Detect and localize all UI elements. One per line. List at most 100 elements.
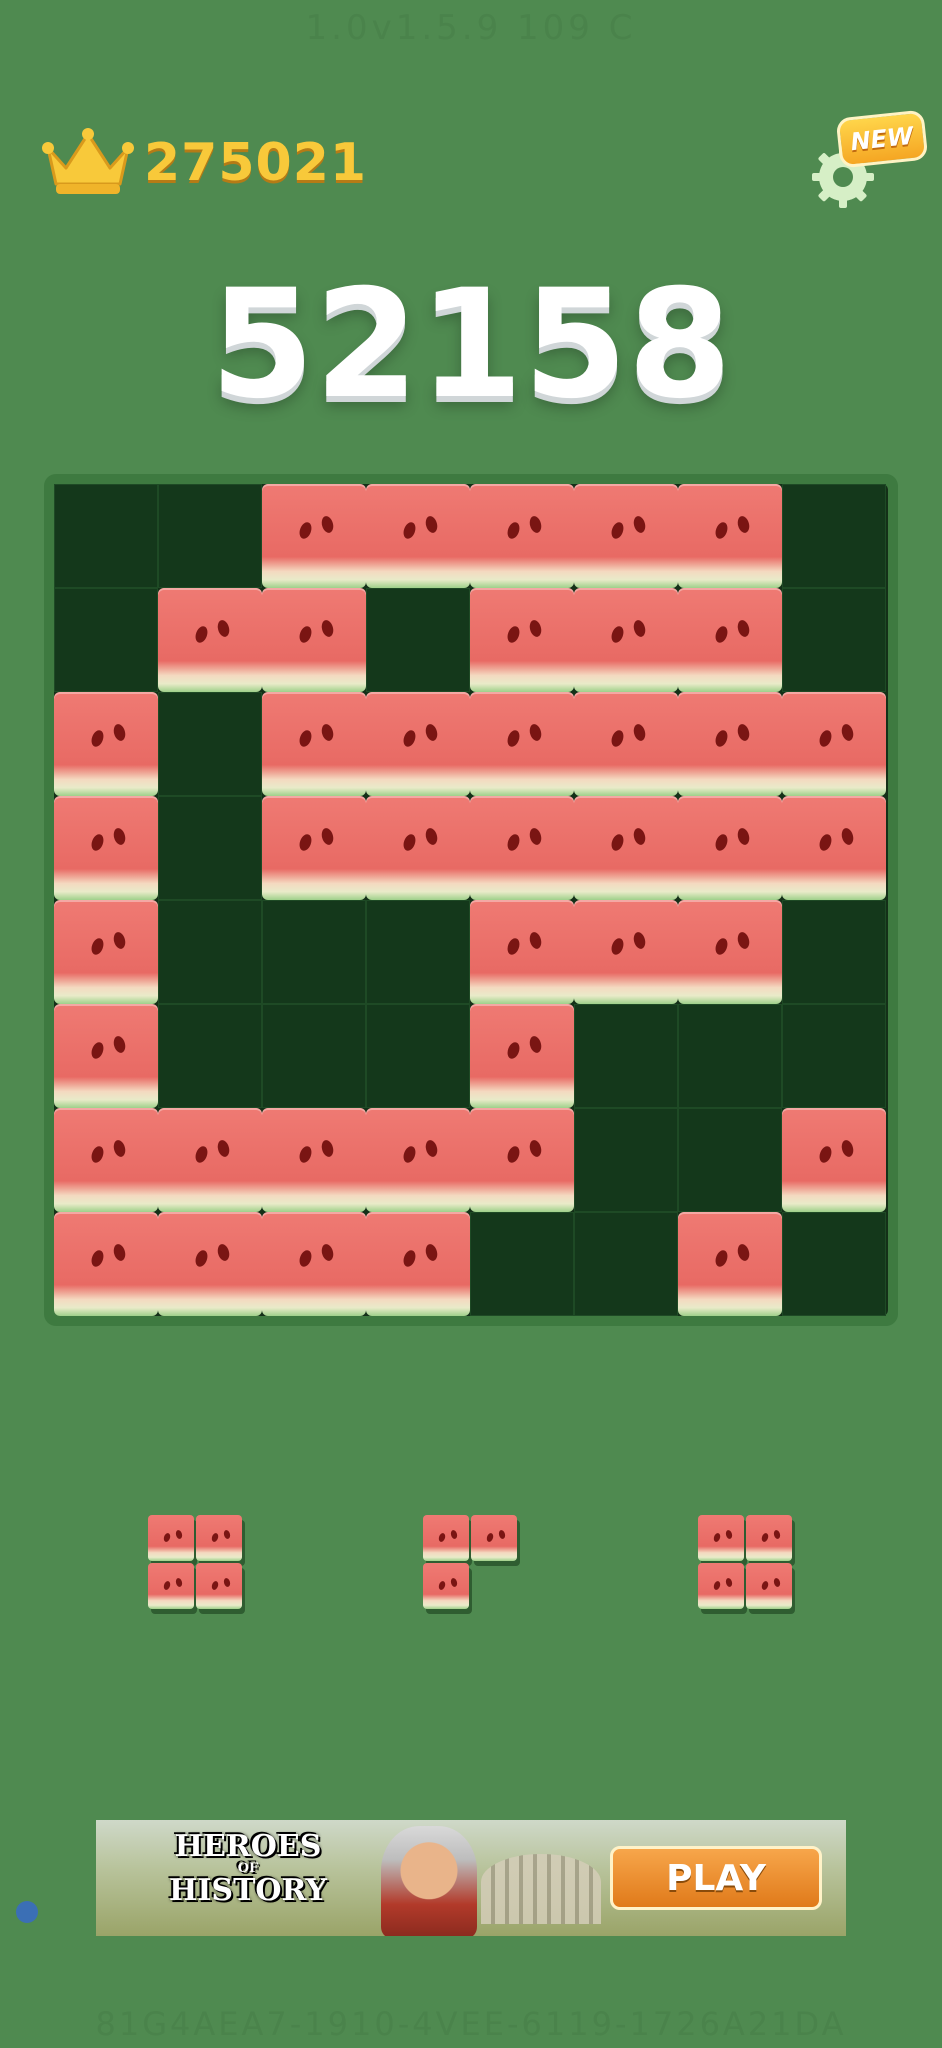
empty-cell[interactable] [158, 796, 262, 900]
seed [297, 624, 314, 645]
empty-cell[interactable] [262, 900, 366, 1004]
game-board[interactable] [44, 474, 898, 1326]
piece-square-right[interactable] [698, 1515, 796, 1613]
seed [839, 722, 856, 743]
empty-cell[interactable] [782, 484, 886, 588]
watermelon-block[interactable] [678, 692, 782, 796]
seed [449, 1577, 459, 1588]
empty-cell[interactable] [158, 484, 262, 588]
seed [713, 832, 730, 853]
empty-cell[interactable] [574, 1004, 678, 1108]
piece-corner-middle[interactable] [423, 1515, 521, 1613]
empty-cell[interactable] [366, 1004, 470, 1108]
watermelon-block[interactable] [470, 692, 574, 796]
watermelon-block[interactable] [470, 796, 574, 900]
watermelon-block[interactable] [262, 588, 366, 692]
watermelon-block[interactable] [262, 1212, 366, 1316]
empty-cell[interactable] [54, 588, 158, 692]
watermelon-block[interactable] [574, 588, 678, 692]
ad-banner[interactable]: HEROES OF HISTORY PLAY [96, 1820, 846, 1936]
best-score: 275021 [42, 118, 367, 208]
watermelon-block[interactable] [678, 900, 782, 1004]
seed [222, 1529, 232, 1540]
empty-cell[interactable] [782, 588, 886, 692]
empty-cell[interactable] [366, 900, 470, 1004]
seed [505, 936, 522, 957]
seed [215, 618, 232, 639]
watermelon-block[interactable] [366, 1108, 470, 1212]
watermelon-block[interactable] [54, 1004, 158, 1108]
empty-cell[interactable] [158, 900, 262, 1004]
seed [609, 936, 626, 957]
watermelon-block[interactable] [158, 1212, 262, 1316]
empty-cell[interactable] [158, 1004, 262, 1108]
seed [423, 514, 440, 535]
watermelon-block[interactable] [158, 1108, 262, 1212]
seed [89, 728, 106, 749]
watermelon-block[interactable] [678, 588, 782, 692]
watermelon-block[interactable] [782, 1108, 886, 1212]
empty-cell[interactable] [470, 1212, 574, 1316]
watermelon-block[interactable] [262, 1108, 366, 1212]
watermelon-block[interactable] [54, 692, 158, 796]
seed [505, 832, 522, 853]
watermelon-block[interactable] [470, 588, 574, 692]
watermelon-block[interactable] [158, 588, 262, 692]
watermelon-block[interactable] [574, 900, 678, 1004]
watermelon-block[interactable] [470, 484, 574, 588]
watermelon-block[interactable] [574, 796, 678, 900]
watermelon-block[interactable] [782, 796, 886, 900]
seed [527, 1138, 544, 1159]
empty-cell[interactable] [782, 1004, 886, 1108]
piece-block [471, 1515, 517, 1561]
seed [210, 1580, 220, 1591]
empty-cell[interactable] [366, 588, 470, 692]
watermelon-block[interactable] [678, 1212, 782, 1316]
piece-square-left[interactable] [148, 1515, 246, 1613]
watermelon-block[interactable] [262, 796, 366, 900]
ad-play-button[interactable]: PLAY [610, 1846, 822, 1910]
piece-block [196, 1563, 242, 1609]
seed [631, 722, 648, 743]
empty-cell[interactable] [678, 1004, 782, 1108]
empty-cell[interactable] [262, 1004, 366, 1108]
watermelon-block[interactable] [678, 796, 782, 900]
seed [505, 520, 522, 541]
seed [817, 832, 834, 853]
ad-info-icon[interactable] [16, 1901, 38, 1923]
watermelon-block[interactable] [54, 796, 158, 900]
empty-cell[interactable] [574, 1212, 678, 1316]
settings-button[interactable]: NEW [808, 109, 929, 212]
watermelon-block[interactable] [470, 900, 574, 1004]
watermelon-block[interactable] [262, 484, 366, 588]
watermelon-block[interactable] [470, 1004, 574, 1108]
empty-cell[interactable] [54, 484, 158, 588]
seed [89, 1144, 106, 1165]
seed [222, 1577, 232, 1588]
board-grid[interactable] [54, 484, 888, 1316]
seed [89, 1248, 106, 1269]
watermelon-block[interactable] [366, 692, 470, 796]
watermelon-block[interactable] [366, 796, 470, 900]
seed [713, 520, 730, 541]
watermelon-block[interactable] [678, 484, 782, 588]
watermelon-block[interactable] [782, 692, 886, 796]
empty-cell[interactable] [574, 1108, 678, 1212]
watermelon-block[interactable] [54, 1212, 158, 1316]
empty-cell[interactable] [678, 1108, 782, 1212]
version-label: 1.0v1.5.9 109 C [305, 8, 637, 48]
seed [631, 514, 648, 535]
empty-cell[interactable] [782, 900, 886, 1004]
watermelon-block[interactable] [262, 692, 366, 796]
watermelon-block[interactable] [574, 484, 678, 588]
seed [735, 1242, 752, 1263]
watermelon-block[interactable] [54, 900, 158, 1004]
watermelon-block[interactable] [470, 1108, 574, 1212]
watermelon-block[interactable] [574, 692, 678, 796]
watermelon-block[interactable] [54, 1108, 158, 1212]
watermelon-block[interactable] [366, 484, 470, 588]
piece-block [423, 1563, 469, 1609]
empty-cell[interactable] [158, 692, 262, 796]
empty-cell[interactable] [782, 1212, 886, 1316]
watermelon-block[interactable] [366, 1212, 470, 1316]
